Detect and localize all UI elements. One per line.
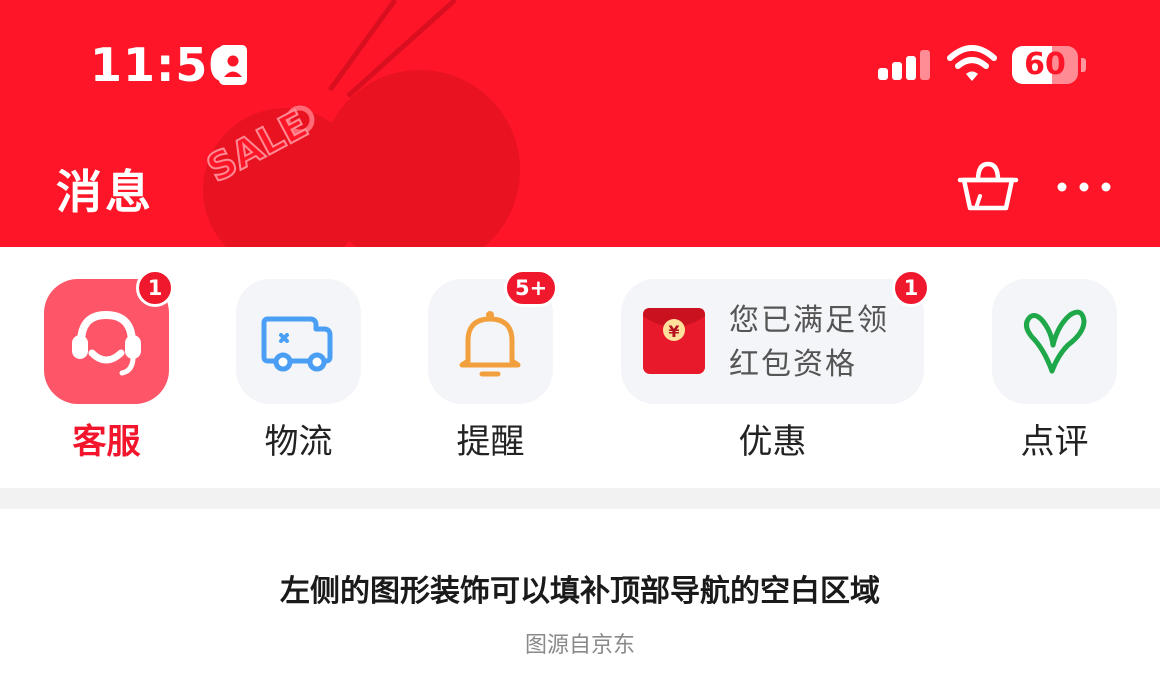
category-label-reminder: 提醒 xyxy=(456,422,525,462)
promotion-tile[interactable]: ¥ 您已满足领红包资格 xyxy=(621,279,924,404)
category-label-logistics: 物流 xyxy=(264,422,333,462)
wifi-icon xyxy=(947,45,997,81)
image-caption: 左侧的图形装饰可以填补顶部导航的空白区域 xyxy=(280,574,880,609)
review-tile[interactable] xyxy=(992,279,1117,404)
red-packet-icon: ¥ xyxy=(643,308,705,374)
header-bar: SALE 11:50 60 消息 xyxy=(0,0,1160,247)
customer-service-badge: 1 xyxy=(136,269,174,307)
battery-indicator: 60 xyxy=(1012,46,1078,84)
promotion-text: 您已满足领红包资格 xyxy=(729,303,889,382)
battery-text: 60 xyxy=(1024,47,1066,82)
page-title: 消息 xyxy=(56,165,154,219)
category-label-promotion: 优惠 xyxy=(738,422,807,462)
signal-icon xyxy=(878,50,930,80)
delivery-truck-icon xyxy=(261,316,333,372)
reminder-badge: 5+ xyxy=(504,269,559,307)
promotion-badge: 1 xyxy=(892,269,930,307)
category-label-review: 点评 xyxy=(1020,422,1089,462)
red-packet-symbol: ¥ xyxy=(668,322,679,341)
more-icon[interactable] xyxy=(1054,170,1114,204)
battery-cap xyxy=(1081,58,1086,72)
heart-leaf-icon xyxy=(1024,309,1087,374)
cart-icon[interactable] xyxy=(956,156,1020,216)
image-source: 图源自京东 xyxy=(524,633,635,658)
logistics-tile[interactable] xyxy=(236,279,361,404)
category-label-customer-service: 客服 xyxy=(72,422,141,462)
id-card-icon xyxy=(219,45,247,85)
section-divider xyxy=(0,488,1160,509)
